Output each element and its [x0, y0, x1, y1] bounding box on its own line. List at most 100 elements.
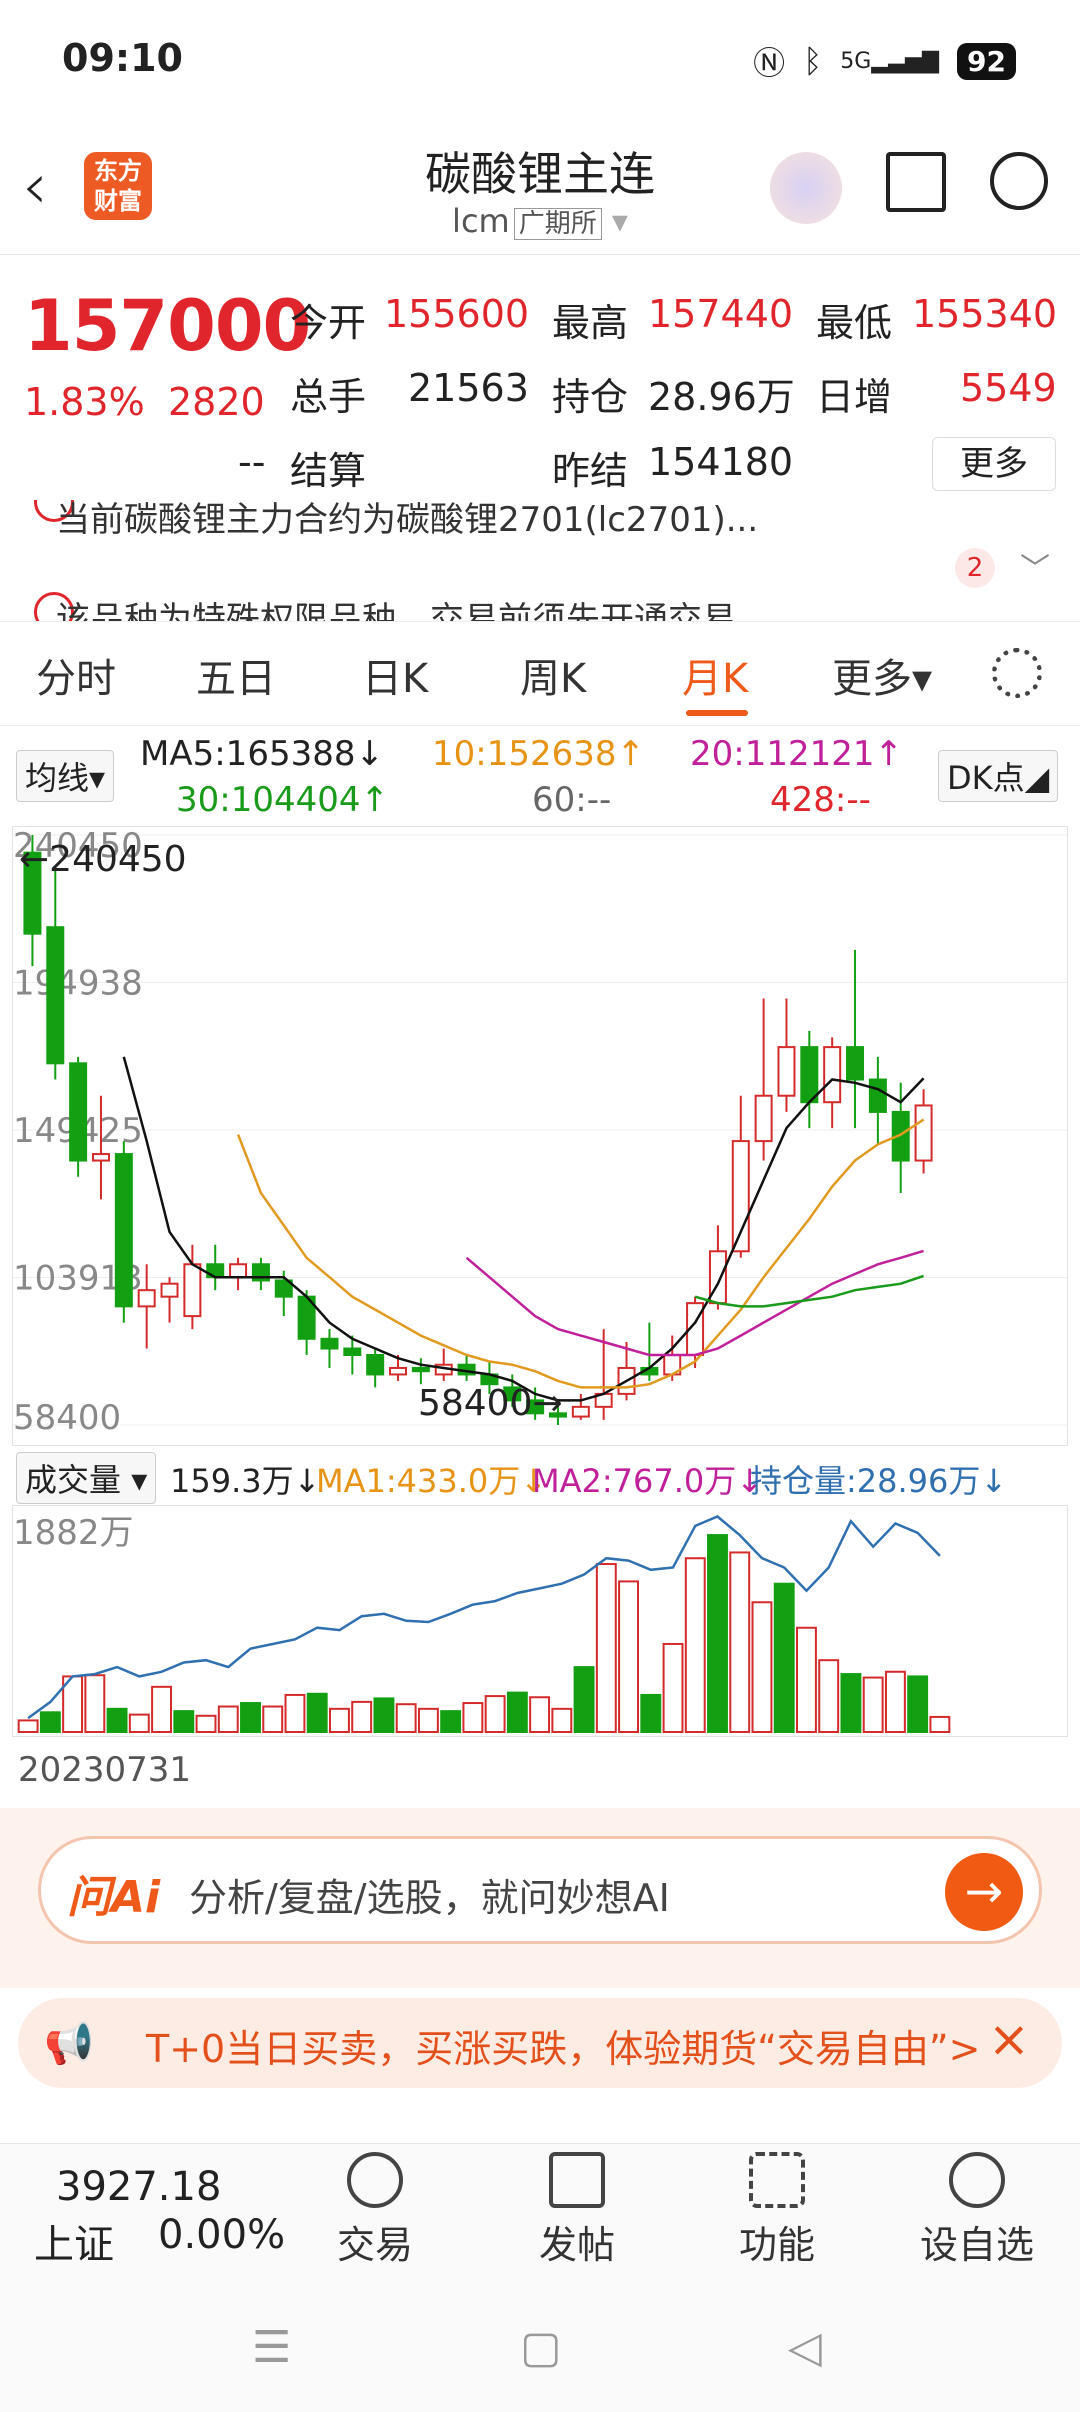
volume-bar	[551, 1707, 573, 1734]
active-tab-indicator	[686, 710, 748, 716]
volume-bar	[529, 1696, 551, 1734]
volume-bar	[751, 1601, 773, 1734]
k-line-chart[interactable]: 24045019493814942510391358400←2404505840…	[12, 826, 1068, 1446]
quote-value: 28.96万	[648, 375, 795, 419]
ma60-value: 60:--	[532, 780, 612, 820]
battery-icon: 92	[957, 42, 1016, 80]
volume-bar	[106, 1707, 128, 1734]
quote-label: 最低	[816, 301, 893, 345]
quote-label: 结算	[290, 449, 367, 493]
quote-label: 总手	[290, 375, 367, 419]
quote-label: 昨结	[552, 449, 629, 493]
notice-line-2: 该品种为特殊权限品种，交易前须先开通交易	[56, 600, 736, 622]
high-price-label: ←240450	[19, 839, 187, 880]
volume-bar	[640, 1693, 662, 1733]
quote-value: 21563	[408, 366, 529, 410]
candle-body	[868, 1078, 887, 1113]
ma428-value: 428:--	[770, 780, 871, 820]
functions-button[interactable]: 功能	[712, 2152, 842, 2269]
volume-bar	[39, 1711, 61, 1733]
tab-monthly-k[interactable]: 月K	[682, 646, 748, 704]
volume-bar	[884, 1670, 906, 1733]
quote-value: --	[238, 440, 266, 484]
quote-value: 5549	[960, 366, 1057, 410]
volume-bar	[128, 1713, 150, 1733]
notice-count-badge: 2	[955, 548, 995, 588]
indicator-selector[interactable]: 均线▾	[16, 750, 115, 802]
gear-icon[interactable]	[992, 648, 1042, 698]
status-time: 09:10	[62, 36, 183, 80]
candle-body	[914, 1104, 933, 1162]
candle-body	[320, 1337, 339, 1350]
close-icon[interactable]: ×	[988, 2010, 1030, 2068]
ma5-value: MA5:165388↓	[140, 734, 384, 774]
volume-bar	[173, 1710, 195, 1733]
quote-value: 155600	[384, 292, 530, 336]
promo-text: T+0当日买卖，买涨买跌，体验期货“交易自由”>	[146, 2027, 981, 2071]
ai-section: 问Ai 分析/复盘/选股，就问妙想AI →	[0, 1808, 1080, 1988]
volume-ma1: MA1:433.0万↓	[316, 1462, 548, 1500]
menu-icon[interactable]: ☰	[252, 2322, 291, 2373]
volume-bar	[306, 1692, 328, 1733]
tab-more[interactable]: 更多▾	[832, 646, 932, 704]
ma20-value: 20:112121↑	[690, 734, 903, 774]
chevron-down-icon: ▾	[611, 202, 628, 240]
volume-bar	[195, 1714, 217, 1733]
candle-body	[846, 1046, 865, 1081]
arrow-right-icon[interactable]: →	[945, 1853, 1023, 1931]
back-nav-icon[interactable]: ◁	[788, 2322, 822, 2373]
trade-button[interactable]: 交易	[310, 2152, 440, 2269]
index-value[interactable]: 3927.18	[56, 2164, 221, 2210]
tab-weekly-k[interactable]: 周K	[520, 646, 586, 704]
quote-label: 今开	[290, 301, 367, 345]
volume-selector[interactable]: 成交量 ▾	[16, 1452, 157, 1504]
volume-bar	[373, 1697, 395, 1734]
volume-value: 159.3万↓	[170, 1462, 321, 1500]
dk-point-selector[interactable]: DK点◢	[938, 750, 1059, 802]
index-name: 上证	[34, 2222, 114, 2268]
volume-bar	[595, 1563, 617, 1733]
search-icon[interactable]	[990, 152, 1048, 210]
tab-five-day[interactable]: 五日	[196, 646, 276, 704]
system-nav-bar: ☰ ▢ ◁	[0, 2280, 1080, 2412]
bottom-toolbar: 3927.18 上证 0.00% 交易 发帖 功能 设自选	[0, 2143, 1080, 2280]
more-quote-button[interactable]: 更多	[932, 437, 1056, 491]
candle-body	[389, 1366, 408, 1376]
promo-banner[interactable]: 📢 T+0当日买卖，买涨买跌，体验期货“交易自由”> ×	[18, 1998, 1062, 2088]
ma30-value: 30:104404↑	[176, 780, 389, 820]
ma10-line	[236, 1118, 925, 1389]
volume-max-label: 1882万	[13, 1513, 134, 1553]
home-icon[interactable]: ▢	[520, 2322, 562, 2373]
quote-label: 日增	[816, 375, 893, 419]
start-date-label: 20230731	[18, 1750, 192, 1790]
volume-legend: 成交量 ▾ 159.3万↓ MA1:433.0万↓ MA2:767.0万↓ 持仓…	[0, 1450, 1080, 1504]
candle-body	[69, 1062, 88, 1162]
candle-body	[91, 1153, 110, 1162]
status-bar: 09:10 Ⓝ ᛒ 5G▂▃▅▇ 92	[0, 0, 1080, 120]
volume-ma2: MA2:767.0万↓	[532, 1462, 764, 1500]
candle-body	[411, 1366, 430, 1373]
ai-ask-input[interactable]: 问Ai 分析/复盘/选股，就问妙想AI →	[38, 1836, 1042, 1944]
post-button[interactable]: 发帖	[512, 2152, 642, 2269]
volume-bar	[840, 1673, 862, 1733]
ai-assistant-avatar[interactable]	[770, 152, 842, 224]
add-watchlist-button[interactable]: 设自选	[912, 2152, 1042, 2269]
candlestick-svg: 24045019493814942510391358400←2404505840…	[13, 826, 1067, 1438]
ma-legend: 均线▾ MA5:165388↓ 10:152638↑ 20:112121↑ 30…	[0, 730, 1080, 830]
volume-bar	[862, 1676, 884, 1734]
candle-body	[823, 1046, 842, 1104]
chevron-down-icon[interactable]: ﹀	[1020, 544, 1050, 588]
quote-value: 157440	[648, 292, 794, 336]
volume-bar	[618, 1580, 639, 1733]
volume-bar	[151, 1685, 172, 1734]
tab-daily-k[interactable]: 日K	[362, 646, 428, 704]
notice-bar[interactable]: 当前碳酸锂主力合约为碳酸锂2701(lc2701)... 2 ﹀ 该品种为特殊权…	[0, 500, 1080, 622]
tab-intraday[interactable]: 分时	[36, 646, 116, 704]
volume-bar	[329, 1707, 350, 1734]
volume-bar	[929, 1715, 951, 1734]
volume-chart[interactable]: 1882万	[12, 1505, 1068, 1737]
yen-icon	[347, 2152, 403, 2208]
share-icon[interactable]	[886, 152, 946, 212]
candle-body	[754, 1094, 773, 1143]
volume-svg: 1882万	[13, 1513, 951, 1734]
